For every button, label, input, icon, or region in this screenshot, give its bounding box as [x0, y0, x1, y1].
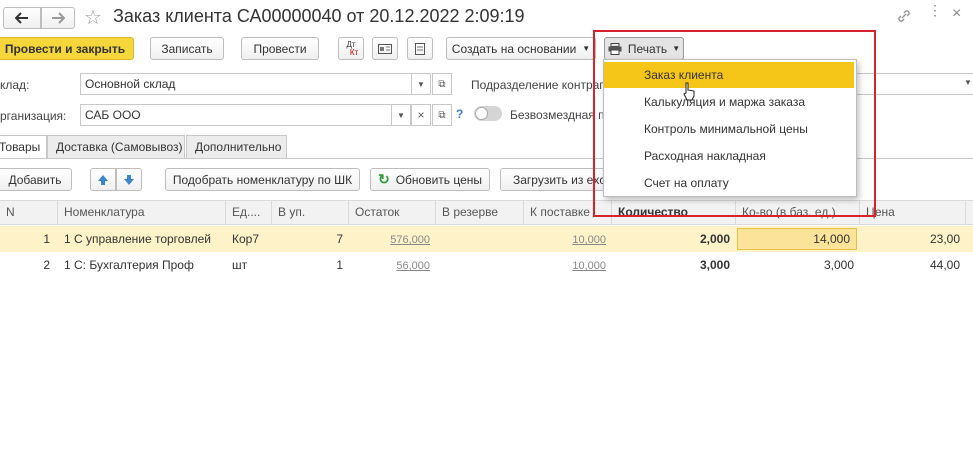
kt-label: Кт	[349, 47, 359, 57]
row-quantity[interactable]: 2,000	[612, 227, 736, 252]
toggle-knob	[475, 107, 488, 120]
warehouse-dropdown-button[interactable]: ▼	[411, 73, 431, 95]
organization-clear-button[interactable]: ×	[411, 104, 431, 126]
division-label: Подразделение контраге	[471, 78, 611, 92]
create-based-on-label: Создать на основании	[451, 41, 577, 56]
arrow-left-icon	[15, 12, 28, 24]
warehouse-label: клад:	[0, 78, 30, 92]
row-price[interactable]: 44,00	[860, 253, 966, 278]
chevron-down-icon: ▼	[397, 110, 405, 120]
dt-kt-button[interactable]: Дт Кт	[338, 37, 364, 60]
division-dropdown-icon[interactable]: ▼	[964, 78, 972, 87]
pick-by-barcode-button[interactable]: Подобрать номенклатуру по ШК	[165, 168, 360, 191]
move-down-button[interactable]	[116, 168, 142, 191]
row-to-ship[interactable]: 10,000	[524, 253, 612, 278]
row-pack: 7	[336, 232, 343, 246]
forward-button[interactable]	[41, 7, 75, 29]
row-pack: 1	[336, 258, 343, 272]
tab-delivery[interactable]: Доставка (Самовывоз)	[47, 135, 185, 158]
tab-additional[interactable]: Дополнительно	[186, 135, 287, 158]
column-header-reserve[interactable]: В резерве	[436, 200, 524, 225]
more-menu-icon[interactable]: ⋮	[928, 3, 942, 17]
chevron-down-icon: ▼	[582, 44, 591, 53]
arrow-right-icon	[52, 12, 65, 24]
organization-dropdown-button[interactable]: ▼	[391, 104, 411, 126]
column-header-unit[interactable]: Ед....	[226, 200, 272, 225]
row-unit[interactable]: шт	[226, 253, 272, 278]
row-number: 1	[43, 232, 50, 246]
help-icon[interactable]: ?	[456, 107, 463, 121]
row-to-ship[interactable]: 10,000	[524, 227, 612, 252]
refresh-prices-label: Обновить цены	[395, 172, 483, 187]
row-stock-link[interactable]: 576,000	[390, 234, 430, 246]
row-stock[interactable]: 56,000	[349, 253, 436, 278]
favorite-star-icon[interactable]: ☆	[84, 5, 102, 30]
organization-field[interactable]: САБ ООО	[80, 104, 416, 126]
row-quantity-base[interactable]: 14,000	[737, 228, 857, 250]
post-and-close-button[interactable]: Провести и закрыть	[0, 37, 134, 60]
annotation-highlight-frame	[593, 30, 876, 217]
arrow-down-icon	[124, 174, 134, 185]
open-form-icon: ⧉	[438, 78, 446, 90]
document-icon	[415, 42, 425, 55]
warehouse-open-button[interactable]: ⧉	[432, 73, 452, 95]
row-item[interactable]: 1 С: Бухгалтерия Проф	[58, 253, 226, 278]
column-header-stock[interactable]: Остаток	[349, 200, 436, 225]
row-stock[interactable]: 576,000	[349, 227, 436, 252]
refresh-icon: ↻	[377, 171, 390, 187]
row-price[interactable]: 23,00	[860, 227, 966, 252]
save-button[interactable]: Записать	[150, 37, 224, 60]
window-title: Заказ клиента СА00000040 от 20.12.2022 2…	[113, 6, 525, 26]
organization-label: рганизация:	[0, 109, 67, 123]
refresh-prices-button[interactable]: ↻ Обновить цены	[370, 168, 490, 191]
row-reserve	[436, 253, 524, 278]
arrow-up-icon	[98, 174, 108, 185]
row-number: 2	[43, 258, 50, 272]
column-header-pack[interactable]: В уп.	[272, 200, 349, 225]
id-card-icon	[378, 43, 392, 54]
organization-open-button[interactable]: ⧉	[432, 104, 452, 126]
move-up-button[interactable]	[90, 168, 116, 191]
row-quantity[interactable]: 3,000	[612, 253, 736, 278]
back-button[interactable]	[3, 7, 41, 29]
free-transfer-toggle[interactable]	[474, 106, 502, 121]
chevron-down-icon: ▼	[417, 79, 425, 89]
open-form-icon: ⧉	[438, 109, 446, 121]
card-icon-button[interactable]	[372, 37, 398, 60]
tab-goods[interactable]: Товары	[0, 135, 47, 158]
row-quantity-base[interactable]: 3,000	[736, 253, 860, 278]
free-transfer-label: Безвозмездная п	[510, 108, 605, 122]
post-button[interactable]: Провести	[241, 37, 319, 60]
row-reserve	[436, 227, 524, 252]
row-to-ship-link[interactable]: 10,000	[572, 234, 606, 246]
document-icon-button[interactable]	[407, 37, 433, 60]
column-header-item[interactable]: Номенклатура	[58, 200, 226, 225]
row-item[interactable]: 1 С управление торговлей	[58, 227, 226, 252]
column-header-n[interactable]: N	[0, 200, 58, 225]
row-to-ship-link[interactable]: 10,000	[572, 260, 606, 272]
close-icon[interactable]: ×	[952, 5, 961, 23]
row-stock-link[interactable]: 56,000	[396, 260, 430, 272]
warehouse-field[interactable]: Основной склад	[80, 73, 416, 95]
link-icon[interactable]	[896, 8, 912, 27]
clear-icon: ×	[417, 108, 425, 122]
create-based-on-button[interactable]: Создать на основании ▼	[446, 37, 596, 60]
add-row-button[interactable]: Добавить	[0, 168, 72, 191]
row-unit[interactable]: Кор7	[226, 227, 272, 252]
